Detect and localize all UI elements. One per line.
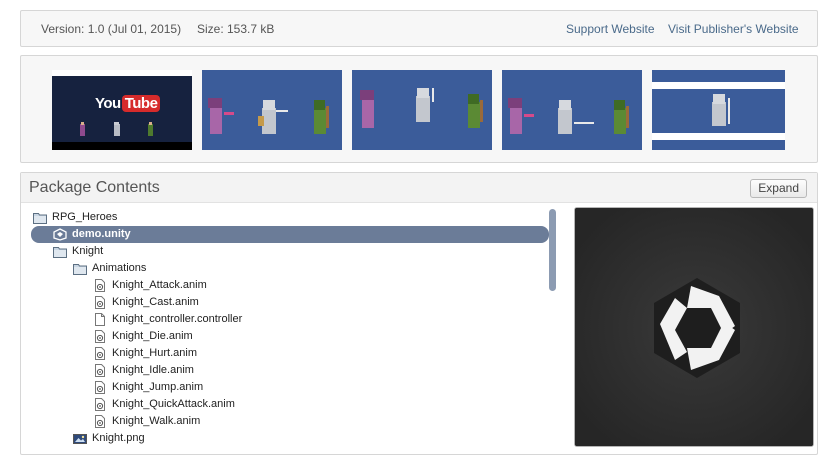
tree-item-label: Animations xyxy=(92,262,147,274)
version-text: Version: 1.0 (Jul 01, 2015) xyxy=(41,22,182,36)
hero-sprite xyxy=(712,94,730,126)
video-control-bar xyxy=(52,142,192,150)
package-contents-panel: Package Contents Expand RPG_Heroes demo.u… xyxy=(20,172,818,455)
folder-icon xyxy=(73,262,87,275)
asset-preview xyxy=(574,207,814,447)
tree-item[interactable]: Knight_Hurt.anim xyxy=(93,345,531,362)
publisher-website-link[interactable]: Visit Publisher's Website xyxy=(668,22,799,36)
tree-item-label: Knight_controller.controller xyxy=(112,313,243,325)
package-contents-header: Package Contents Expand xyxy=(21,173,817,203)
tree-item-label: demo.unity xyxy=(72,228,131,240)
tree-item[interactable]: Knight_Attack.anim xyxy=(93,277,531,294)
animation-file-icon xyxy=(93,364,107,377)
hero-sprites-small xyxy=(80,122,153,136)
tree-item-label: Knight_Die.anim xyxy=(112,330,193,342)
file-tree: RPG_Heroes demo.unity Knight Animations Knig… xyxy=(31,209,551,449)
tree-item[interactable]: Knight.png xyxy=(73,430,531,447)
tree-scrollbar[interactable] xyxy=(549,209,556,449)
tree-item-label: Knight xyxy=(72,245,104,257)
tree-item[interactable]: Knight_Jump.anim xyxy=(93,379,531,396)
expand-button[interactable]: Expand xyxy=(750,179,807,198)
animation-file-icon xyxy=(93,415,107,428)
tree-item[interactable]: Knight_Die.anim xyxy=(93,328,531,345)
screenshot-thumbnail[interactable] xyxy=(502,70,642,150)
tree-item-label: Knight_Idle.anim xyxy=(112,364,194,376)
screenshot-thumbnail[interactable] xyxy=(202,70,342,150)
tree-item-label: Knight_Jump.anim xyxy=(112,381,204,393)
package-info-bar: Version: 1.0 (Jul 01, 2015) Size: 153.7 … xyxy=(20,10,818,47)
tree-item[interactable]: Animations xyxy=(73,260,531,277)
folder-icon xyxy=(33,211,47,224)
animation-file-icon xyxy=(93,398,107,411)
tree-item[interactable]: Knight_Walk.anim xyxy=(93,413,531,430)
file-icon xyxy=(93,313,107,326)
tree-item-selected[interactable]: demo.unity xyxy=(31,226,549,243)
unity-scene-icon xyxy=(53,228,67,241)
unity-logo-icon xyxy=(575,208,813,446)
screenshot-thumbnail[interactable] xyxy=(652,70,785,150)
tree-item[interactable]: Knight_Cast.anim xyxy=(93,294,531,311)
screenshot-gallery: You Tube xyxy=(20,55,818,163)
tree-item[interactable]: Knight_QuickAttack.anim xyxy=(93,396,531,413)
animation-file-icon xyxy=(93,381,107,394)
animation-file-icon xyxy=(93,279,107,292)
folder-icon xyxy=(53,245,67,258)
hero-sprites xyxy=(508,98,629,134)
video-thumbnail[interactable]: You Tube xyxy=(52,70,192,150)
tree-item-label: Knight_Hurt.anim xyxy=(112,347,197,359)
tree-item[interactable]: Knight_Idle.anim xyxy=(93,362,531,379)
animation-file-icon xyxy=(93,296,107,309)
tree-item[interactable]: RPG_Heroes xyxy=(33,209,531,226)
screenshot-thumbnail[interactable] xyxy=(352,70,492,150)
tree-item[interactable]: Knight xyxy=(53,243,531,260)
tree-item-label: Knight_Cast.anim xyxy=(112,296,199,308)
animation-file-icon xyxy=(93,347,107,360)
hero-sprites xyxy=(360,88,483,128)
tree-item-label: RPG_Heroes xyxy=(52,211,118,223)
youtube-logo: You Tube xyxy=(95,95,161,112)
tree-item-label: Knight.png xyxy=(92,432,145,444)
size-text: Size: 153.7 kB xyxy=(197,22,275,36)
image-file-icon xyxy=(73,432,87,445)
animation-file-icon xyxy=(93,330,107,343)
package-contents-title: Package Contents xyxy=(29,179,160,196)
support-website-link[interactable]: Support Website xyxy=(566,22,655,36)
tree-item-label: Knight_QuickAttack.anim xyxy=(112,398,235,410)
scrollbar-thumb[interactable] xyxy=(549,209,556,291)
tree-item-label: Knight_Walk.anim xyxy=(112,415,201,427)
tree-item-label: Knight_Attack.anim xyxy=(112,279,207,291)
tree-item[interactable]: Knight_controller.controller xyxy=(93,311,531,328)
hero-sprites xyxy=(208,98,329,134)
